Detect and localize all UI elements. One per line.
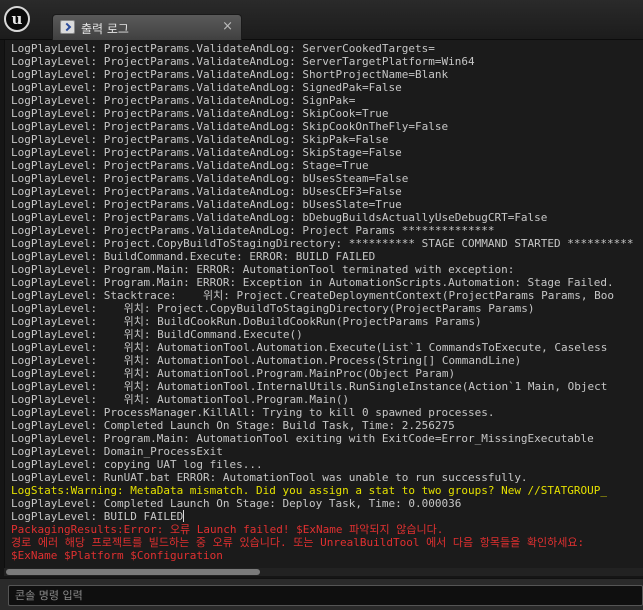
- log-line-error: $ExName $Platform $Configuration: [11, 549, 223, 562]
- tab-label: 출력 로그: [81, 22, 129, 36]
- log-line: LogPlayLevel: Program.Main: AutomationTo…: [11, 432, 594, 445]
- log-line: LogPlayLevel: RunUAT.bat ERROR: Automati…: [11, 471, 528, 484]
- log-line: LogPlayLevel: ProjectParams.ValidateAndL…: [11, 185, 402, 198]
- log-line: LogPlayLevel: ProjectParams.ValidateAndL…: [11, 224, 495, 237]
- log-line: LogPlayLevel: Completed Launch On Stage:…: [11, 497, 462, 510]
- log-line: LogPlayLevel: 위치: AutomationTool.Automat…: [11, 341, 608, 354]
- log-line: LogPlayLevel: ProjectParams.ValidateAndL…: [11, 55, 475, 68]
- log-line: LogPlayLevel: copying UAT log files...: [11, 458, 263, 471]
- log-line: LogPlayLevel: Program.Main: ERROR: Excep…: [11, 276, 614, 289]
- log-line: LogPlayLevel: 위치: AutomationTool.Automat…: [11, 354, 522, 367]
- log-line: LogPlayLevel: 위치: BuildCookRun.DoBuildCo…: [11, 315, 482, 328]
- log-line: LogPlayLevel: ProjectParams.ValidateAndL…: [11, 120, 449, 133]
- log-line-warning: LogStats:Warning: MetaData mismatch. Did…: [11, 484, 608, 497]
- console-command-input[interactable]: [8, 585, 643, 606]
- log-line: LogPlayLevel: 위치: AutomationTool.Program…: [11, 393, 350, 406]
- log-line: LogPlayLevel: ProjectParams.ValidateAndL…: [11, 159, 369, 172]
- tab-output-log[interactable]: 출력 로그 ×: [52, 14, 242, 40]
- log-line: LogPlayLevel: ProjectParams.ValidateAndL…: [11, 81, 402, 94]
- log-line: LogPlayLevel: 위치: Project.CopyBuildToSta…: [11, 302, 535, 315]
- log-line: LogPlayLevel: BUILD FAILED: [11, 510, 185, 523]
- horizontal-scrollbar-thumb[interactable]: [6, 569, 260, 575]
- log-line: LogPlayLevel: ProjectParams.ValidateAndL…: [11, 94, 356, 107]
- log-line: LogPlayLevel: ProjectParams.ValidateAndL…: [11, 107, 389, 120]
- log-line: LogPlayLevel: ProjectParams.ValidateAndL…: [11, 146, 402, 159]
- log-line: LogPlayLevel: BuildCommand.Execute: ERRO…: [11, 250, 376, 263]
- log-line-error: 경로 에러 해당 프로젝트를 빌드하는 중 오류 있습니다. 또는 Unreal…: [11, 536, 585, 549]
- log-line: LogPlayLevel: ProjectParams.ValidateAndL…: [11, 211, 548, 224]
- log-line: LogPlayLevel: ProjectParams.ValidateAndL…: [11, 68, 449, 81]
- log-line: LogPlayLevel: 위치: AutomationTool.Program…: [11, 367, 456, 380]
- log-line: LogPlayLevel: ProjectParams.ValidateAndL…: [11, 198, 402, 211]
- log-line-error: PackagingResults:Error: 오류 Launch failed…: [11, 523, 444, 536]
- log-line: LogPlayLevel: Program.Main: ERROR: Autom…: [11, 263, 515, 276]
- log-line: LogPlayLevel: Completed Launch On Stage:…: [11, 419, 455, 432]
- log-line: LogPlayLevel: ProjectParams.ValidateAndL…: [11, 172, 409, 185]
- output-log-panel[interactable]: LogPlayLevel: ProjectParams.ValidateAndL…: [4, 40, 643, 568]
- log-line: LogPlayLevel: ProjectParams.ValidateAndL…: [11, 42, 435, 55]
- text-caret: [183, 510, 185, 522]
- log-line: LogPlayLevel: Domain_ProcessExit: [11, 445, 223, 458]
- terminal-icon: [60, 20, 75, 34]
- log-line: LogPlayLevel: ProcessManager.KillAll: Tr…: [11, 406, 495, 419]
- console-bar: [0, 578, 643, 610]
- log-line: LogPlayLevel: 위치: BuildCommand.Execute(): [11, 328, 303, 341]
- unreal-logo-icon[interactable]: u: [4, 6, 30, 32]
- log-line: LogPlayLevel: ProjectParams.ValidateAndL…: [11, 133, 389, 146]
- log-line: LogPlayLevel: Project.CopyBuildToStaging…: [11, 237, 634, 250]
- window-titlebar: u 출력 로그 ×: [0, 0, 643, 40]
- tab-close-button[interactable]: ×: [222, 19, 233, 34]
- log-line: LogPlayLevel: Stacktrace: 위치: Project.Cr…: [11, 289, 615, 302]
- log-line: LogPlayLevel: 위치: AutomationTool.Interna…: [11, 380, 608, 393]
